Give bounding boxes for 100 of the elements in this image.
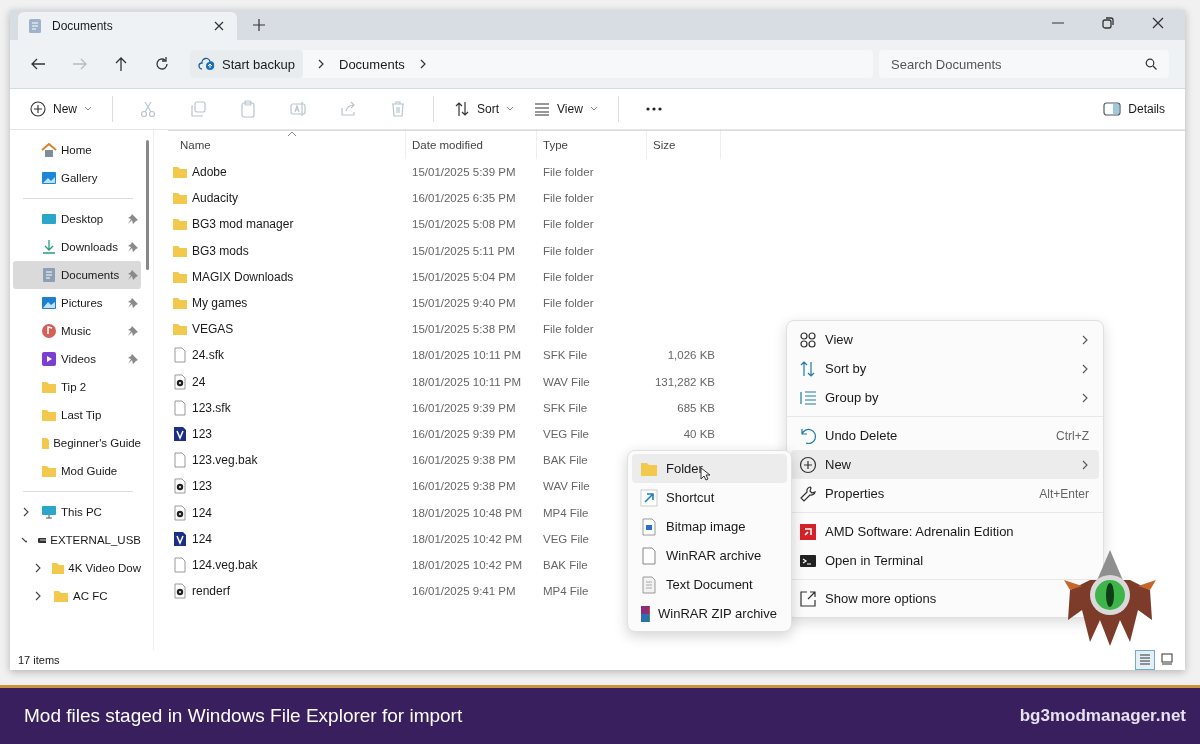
date-cell-text: 18/01/2025 10:42 PM (411, 532, 523, 545)
menu-item[interactable]: View (791, 325, 1099, 354)
tree-item[interactable]: EXTERNAL_USB (13, 526, 141, 554)
sidebar-item[interactable]: Last Tip (13, 401, 141, 429)
file-name[interactable]: VEGAS (168, 321, 406, 338)
file-name[interactable]: BG3 mods (168, 242, 406, 259)
caret-icon (506, 106, 515, 112)
file-name[interactable]: 124 (168, 530, 406, 547)
sort-button[interactable]: Sort (448, 97, 521, 121)
menu-item[interactable]: Text Document (632, 570, 787, 599)
close-icon[interactable] (1151, 16, 1165, 30)
sidebar-item[interactable]: Videos (13, 345, 141, 373)
pin-icon[interactable] (127, 269, 139, 281)
column-header[interactable]: Size (647, 131, 721, 159)
view-button[interactable]: View (528, 98, 604, 120)
file-name[interactable]: 124.veg.bak (168, 556, 406, 573)
folder-icon (172, 321, 188, 338)
sidebar-item[interactable]: Mod Guide (13, 457, 141, 485)
menu-item[interactable]: Folder (632, 454, 787, 483)
file-name[interactable]: 123 (168, 425, 406, 442)
tree-item[interactable]: This PC (13, 498, 141, 526)
chevron-right-icon[interactable] (33, 591, 43, 601)
breadcrumb[interactable]: Documents (339, 56, 405, 72)
file-name[interactable]: My games (168, 295, 406, 312)
file-name[interactable]: 123.veg.bak (168, 452, 406, 469)
back-arrow-icon[interactable] (30, 57, 46, 71)
menu-item[interactable]: Undo Delete Ctrl+Z (791, 421, 1099, 450)
chevron-right-icon[interactable] (21, 507, 31, 517)
more-icon[interactable] (644, 106, 663, 112)
sidebar-item[interactable]: Tip 2 (13, 373, 141, 401)
home-icon (41, 142, 57, 158)
chevron-icon (1081, 459, 1089, 470)
menu-item[interactable]: WinRAR archive (632, 541, 787, 570)
file-name[interactable]: 24.sfk (168, 347, 406, 364)
file-name[interactable]: 124 (168, 504, 406, 521)
menu-item[interactable]: Sort by (791, 354, 1099, 383)
tree-item[interactable]: AC FC (13, 582, 141, 610)
menu-item[interactable]: Bitmap image (632, 512, 787, 541)
menu-item[interactable]: WinRAR ZIP archive (632, 599, 787, 628)
menu-item[interactable]: New (791, 450, 1099, 479)
close-icon[interactable] (213, 20, 225, 32)
sidebar-item[interactable]: Beginner's Guide (13, 429, 141, 457)
pin-icon[interactable] (127, 297, 139, 309)
file-name[interactable]: Adobe (168, 164, 406, 181)
sidebar-item[interactable]: Desktop (13, 205, 141, 233)
type-cell-text: VEG File (542, 532, 590, 545)
type-cell-text: File folder (542, 244, 595, 257)
menu-item[interactable]: Shortcut (632, 483, 787, 512)
file-name[interactable]: 24 (168, 373, 406, 390)
address-bar[interactable]: Start backup Documents (190, 50, 873, 78)
menu-item[interactable]: Open in Terminal (791, 546, 1099, 575)
pin-icon[interactable] (127, 325, 139, 337)
add-tab-icon[interactable] (253, 19, 265, 31)
chevron-right-icon[interactable] (33, 563, 42, 573)
column-header[interactable]: Type (537, 131, 647, 159)
file-name[interactable]: renderf (168, 583, 406, 600)
sidebar-item[interactable]: Documents (13, 261, 141, 289)
scrollbar[interactable] (146, 140, 149, 270)
backup-button[interactable]: Start backup (190, 50, 303, 78)
menu-item[interactable]: Group by (791, 383, 1099, 412)
sidebar-item[interactable]: Pictures (13, 289, 141, 317)
date-cell-text: 15/01/2025 5:04 PM (411, 270, 517, 283)
restore-icon[interactable] (1101, 16, 1115, 30)
sidebar-item[interactable]: Gallery (13, 164, 141, 192)
date-cell-text: 15/01/2025 5:39 PM (411, 166, 517, 179)
column-header[interactable]: Name (168, 131, 406, 159)
details-button[interactable]: Details (1097, 98, 1171, 120)
details-pane-icon (1103, 102, 1122, 116)
file-name[interactable]: 123 (168, 478, 406, 495)
tree-item[interactable]: 4K Video Dow (13, 554, 141, 582)
pin-icon[interactable] (127, 353, 139, 365)
file-name[interactable]: MAGIX Downloads (168, 268, 406, 285)
type-cell-text: SFK File (542, 349, 589, 362)
pin-icon[interactable] (127, 213, 139, 225)
size-cell-text: 40 KB (682, 427, 716, 440)
chevron-down-icon[interactable] (21, 535, 27, 545)
file-name[interactable]: BG3 mod manager (168, 216, 406, 233)
sidebar-item[interactable]: Music (13, 317, 141, 345)
menu-item[interactable]: Properties Alt+Enter (791, 479, 1099, 508)
file-name[interactable]: 123.sfk (168, 399, 406, 416)
pin-icon[interactable] (127, 241, 139, 253)
date-cell-text: 18/01/2025 10:48 PM (411, 506, 523, 519)
date-cell-text: 16/01/2025 9:39 PM (411, 401, 517, 414)
up-arrow-icon[interactable] (114, 56, 128, 72)
date-cell-text: 15/01/2025 5:08 PM (411, 218, 517, 231)
menu-item[interactable]: Show more options (791, 584, 1059, 613)
column-header[interactable]: Date modified (406, 131, 537, 159)
refresh-icon[interactable] (154, 56, 170, 72)
file-name[interactable]: Audacity (168, 190, 406, 207)
site-link[interactable]: bg3modmanager.net (1019, 706, 1186, 726)
tab[interactable]: Documents (18, 12, 237, 40)
type-cell-text: File folder (542, 218, 595, 231)
type-cell-text: File folder (542, 297, 595, 310)
sidebar-item[interactable]: Downloads (13, 233, 141, 261)
sidebar-item[interactable]: Home (13, 136, 141, 164)
new-button[interactable]: New (24, 97, 98, 121)
menu-item[interactable]: AMD Software: Adrenalin Edition (791, 517, 1099, 546)
details-view-button[interactable] (1135, 650, 1155, 670)
search-field[interactable]: Search Documents (879, 50, 1169, 78)
date-cell-text: 15/01/2025 5:11 PM (411, 244, 516, 257)
